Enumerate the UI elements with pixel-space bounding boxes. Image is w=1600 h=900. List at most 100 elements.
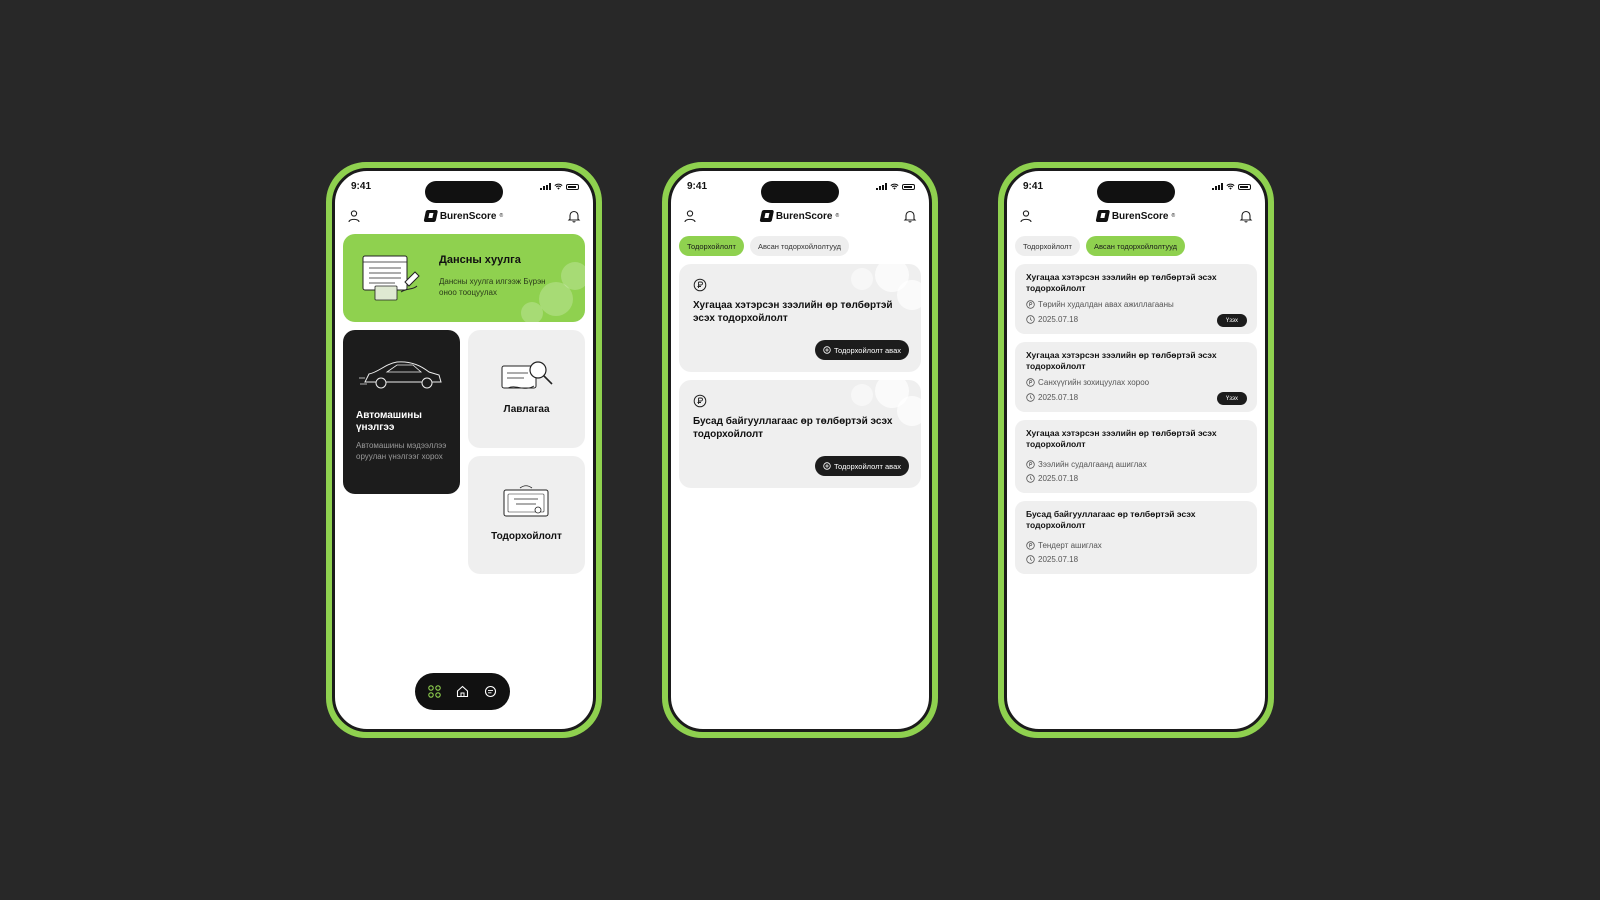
history-item[interactable]: Хугацаа хэтэрсэн зээлийн өр төлбөртэй эс… bbox=[1015, 342, 1257, 412]
status-icons bbox=[1212, 183, 1251, 190]
brand-reg: ® bbox=[1171, 213, 1176, 219]
status-bar: 9:41 bbox=[671, 181, 929, 203]
decor-blob bbox=[851, 268, 873, 290]
car-valuation-title: Автомашины үнэлгээ bbox=[356, 410, 422, 433]
history-item-date-row: 2025.07.18 bbox=[1026, 315, 1078, 324]
car-valuation-desc: Автомашины мэдээллээ оруулан үнэлгээг хо… bbox=[356, 441, 447, 461]
history-item[interactable]: Хугацаа хэтэрсэн зээлийн өр төлбөртэй эс… bbox=[1015, 264, 1257, 334]
car-illustration-icon bbox=[359, 361, 442, 389]
get-certificate-button[interactable]: Тодорхойлолт авах bbox=[814, 456, 909, 476]
user-icon[interactable] bbox=[1019, 209, 1033, 223]
history-item-date-row: 2025.07.18 bbox=[1026, 555, 1078, 564]
request-title: Бусад байгууллагаас өр төлбөртэй эсэх то… bbox=[693, 416, 893, 440]
nav-apps-button[interactable] bbox=[427, 684, 443, 700]
coin-icon bbox=[693, 278, 707, 292]
user-icon[interactable] bbox=[683, 209, 697, 223]
logo-icon bbox=[423, 210, 439, 222]
reference-label: Лавлагаа bbox=[503, 404, 550, 415]
history-item-purpose: Тендерт ашиглах bbox=[1038, 541, 1102, 550]
history-item-purpose-row: Зээлийн судалгаанд ашиглах bbox=[1026, 460, 1147, 469]
statement-card[interactable]: Дансны хуулга Дансны хуулга илгээж Бүрэн… bbox=[343, 234, 585, 322]
view-button[interactable]: Үзэх bbox=[1216, 392, 1247, 405]
app-header: BurenScore ® bbox=[671, 207, 929, 227]
coin-icon bbox=[1026, 378, 1035, 387]
logo-icon bbox=[759, 210, 775, 222]
clock-icon bbox=[1026, 393, 1035, 402]
history-item-date-row: 2025.07.18 bbox=[1026, 474, 1078, 483]
brand-name: BurenScore bbox=[1111, 210, 1169, 222]
tab-received-certificates[interactable]: Авсан тодорхойлолтууд bbox=[749, 236, 850, 256]
status-icons bbox=[540, 183, 579, 190]
nav-chat-button[interactable] bbox=[483, 684, 499, 700]
coin-icon bbox=[1026, 300, 1035, 309]
dynamic-island bbox=[761, 181, 839, 203]
view-button[interactable]: Үзэх bbox=[1216, 314, 1247, 327]
nav-home-button[interactable] bbox=[455, 684, 471, 700]
battery-icon bbox=[902, 183, 915, 190]
statement-illustration-icon bbox=[362, 255, 420, 301]
statement-desc: Дансны хуулга илгээж Бүрэн оноо тооцуула… bbox=[439, 277, 546, 297]
dynamic-island bbox=[1097, 181, 1175, 203]
wifi-icon bbox=[890, 183, 899, 190]
history-item[interactable]: Хугацаа хэтэрсэн зээлийн өр төлбөртэй эс… bbox=[1015, 420, 1257, 493]
get-certificate-label: Тодорхойлолт авах bbox=[833, 461, 901, 471]
certificate-card[interactable]: Тодорхойлолт bbox=[468, 456, 585, 574]
certificate-illustration-icon bbox=[503, 485, 549, 517]
request-card[interactable]: Хугацаа хэтэрсэн зээлийн өр төлбөртэй эс… bbox=[679, 264, 921, 372]
status-time: 9:41 bbox=[1023, 181, 1044, 192]
get-certificate-button[interactable]: Тодорхойлолт авах bbox=[814, 340, 909, 360]
status-bar: 9:41 bbox=[335, 181, 593, 203]
clock-icon bbox=[1026, 555, 1035, 564]
brand-logo: BurenScore ® bbox=[423, 210, 504, 222]
request-title: Хугацаа хэтэрсэн зээлийн өр төлбөртэй эс… bbox=[693, 300, 893, 324]
history-item-purpose: Зээлийн судалгаанд ашиглах bbox=[1038, 460, 1147, 469]
certificate-label: Тодорхойлолт bbox=[491, 531, 562, 542]
history-item-purpose-row: Санхүүгийн зохицуулах хороо bbox=[1026, 378, 1149, 387]
brand-reg: ® bbox=[499, 213, 504, 219]
tab-certificate[interactable]: Тодорхойлолт bbox=[1015, 236, 1080, 256]
plus-circle-icon bbox=[823, 462, 831, 470]
bottom-nav bbox=[415, 673, 510, 710]
decor-blob bbox=[561, 262, 585, 290]
bell-icon[interactable] bbox=[1239, 209, 1253, 223]
wifi-icon bbox=[554, 183, 563, 190]
bell-icon[interactable] bbox=[903, 209, 917, 223]
history-item-title: Бусад байгууллагаас өр төлбөртэй эсэх то… bbox=[1026, 509, 1196, 530]
tab-bar: Тодорхойлолт Авсан тодорхойлолтууд bbox=[1015, 236, 1186, 256]
phone-history: 9:41 BurenScore ® Тодорхойлолт Авсан тодо… bbox=[998, 162, 1274, 738]
history-item-purpose: Төрийн худалдан авах ажиллагааны bbox=[1038, 300, 1174, 309]
signal-icon bbox=[540, 183, 551, 190]
phone-screen: 9:41 BurenScore ® Тодорхойлолт Авсан тодо… bbox=[668, 168, 932, 732]
signal-icon bbox=[1212, 183, 1223, 190]
signal-icon bbox=[876, 183, 887, 190]
home-icon bbox=[456, 685, 469, 698]
clock-icon bbox=[1026, 315, 1035, 324]
grid-icon bbox=[428, 685, 441, 698]
brand-reg: ® bbox=[835, 213, 840, 219]
history-item-date: 2025.07.18 bbox=[1038, 315, 1079, 324]
car-valuation-card[interactable]: Автомашины үнэлгээ Автомашины мэдээллээ … bbox=[343, 330, 460, 494]
reference-card[interactable]: Лавлагаа bbox=[468, 330, 585, 448]
history-item-purpose-row: Тендерт ашиглах bbox=[1026, 541, 1102, 550]
phone-screen: 9:41 BurenScore ® Дансны хуулга Дансны х… bbox=[332, 168, 596, 732]
bell-icon[interactable] bbox=[567, 209, 581, 223]
history-item-date: 2025.07.18 bbox=[1038, 393, 1079, 402]
phone-screen: 9:41 BurenScore ® Тодорхойлолт Авсан тодо… bbox=[1004, 168, 1268, 732]
brand-logo: BurenScore ® bbox=[1095, 210, 1176, 222]
battery-icon bbox=[1238, 183, 1251, 190]
history-item[interactable]: Бусад байгууллагаас өр төлбөртэй эсэх то… bbox=[1015, 501, 1257, 574]
user-icon[interactable] bbox=[347, 209, 361, 223]
request-card[interactable]: Бусад байгууллагаас өр төлбөртэй эсэх то… bbox=[679, 380, 921, 488]
phone-requests: 9:41 BurenScore ® Тодорхойлолт Авсан тодо… bbox=[662, 162, 938, 738]
history-item-title: Хугацаа хэтэрсэн зээлийн өр төлбөртэй эс… bbox=[1026, 350, 1217, 371]
decor-blob bbox=[851, 384, 873, 406]
tab-received-certificates[interactable]: Авсан тодорхойлолтууд bbox=[1085, 236, 1186, 256]
get-certificate-label: Тодорхойлолт авах bbox=[833, 345, 901, 355]
phone-home: 9:41 BurenScore ® Дансны хуулга Дансны х… bbox=[326, 162, 602, 738]
chat-icon bbox=[484, 685, 497, 698]
status-icons bbox=[876, 183, 915, 190]
tab-bar: Тодорхойлолт Авсан тодорхойлолтууд bbox=[679, 236, 850, 256]
history-item-date-row: 2025.07.18 bbox=[1026, 393, 1078, 402]
statement-title: Дансны хуулга bbox=[439, 254, 521, 266]
tab-certificate[interactable]: Тодорхойлолт bbox=[679, 236, 744, 256]
